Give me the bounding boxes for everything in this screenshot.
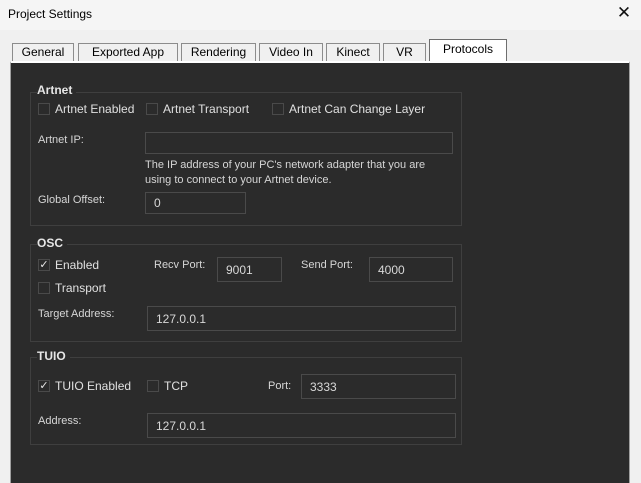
tab-general[interactable]: General <box>12 43 74 61</box>
osc-enabled-check-icon[interactable]: ✓ <box>38 259 50 271</box>
title-bar: Project Settings ✕ <box>0 0 641 30</box>
target-address-label: Target Address: <box>38 308 115 320</box>
artnet-ip-hint-line1: The IP address of your PC's network adap… <box>145 159 426 171</box>
osc-enabled-checkbox[interactable]: ✓ Enabled <box>38 258 108 272</box>
tuio-enabled-label: TUIO Enabled <box>55 379 132 393</box>
artnet-enabled-box[interactable] <box>38 103 50 115</box>
artnet-transport-checkbox[interactable]: Artnet Transport <box>146 102 256 116</box>
artnet-ip-label: Artnet IP: <box>38 134 84 146</box>
osc-enabled-label: Enabled <box>55 258 100 272</box>
tuio-group-title: TUIO <box>37 349 70 363</box>
global-offset-label: Global Offset: <box>38 194 106 206</box>
artnet-can-change-layer-box[interactable] <box>272 103 284 115</box>
artnet-enabled-label: Artnet Enabled <box>55 102 135 116</box>
target-address-field[interactable] <box>147 306 456 331</box>
tab-kinect[interactable]: Kinect <box>326 43 380 61</box>
artnet-can-change-layer-label: Artnet Can Change Layer <box>289 102 426 116</box>
artnet-transport-label: Artnet Transport <box>163 102 250 116</box>
tuio-tcp-checkbox[interactable]: TCP <box>147 379 192 393</box>
osc-transport-checkbox[interactable]: Transport <box>38 281 118 295</box>
tuio-tcp-label: TCP <box>164 379 188 393</box>
tab-protocols[interactable]: Protocols <box>429 39 507 61</box>
artnet-group-title: Artnet <box>37 83 77 97</box>
close-icon[interactable]: ✕ <box>615 4 633 22</box>
send-port-field[interactable] <box>369 257 453 282</box>
global-offset-field[interactable] <box>145 192 246 214</box>
tab-video-in[interactable]: Video In <box>259 43 323 61</box>
recv-port-label: Recv Port: <box>154 259 206 271</box>
osc-transport-box[interactable] <box>38 282 50 294</box>
tab-rendering[interactable]: Rendering <box>181 43 256 61</box>
tuio-port-label: Port: <box>268 380 292 392</box>
artnet-transport-box[interactable] <box>146 103 158 115</box>
artnet-ip-field[interactable] <box>145 132 453 154</box>
tuio-tcp-box[interactable] <box>147 380 159 392</box>
window-title: Project Settings <box>8 7 93 21</box>
osc-group-title: OSC <box>37 236 68 250</box>
tab-strip: General Exported App Rendering Video In … <box>0 30 641 62</box>
osc-transport-label: Transport <box>55 281 106 295</box>
tab-vr[interactable]: VR <box>383 43 426 61</box>
send-port-label: Send Port: <box>301 259 353 271</box>
tuio-address-field[interactable] <box>147 413 456 438</box>
tuio-port-field[interactable] <box>301 374 456 399</box>
recv-port-field[interactable] <box>217 257 282 282</box>
artnet-can-change-layer-checkbox[interactable]: Artnet Can Change Layer <box>272 102 426 116</box>
tuio-address-label: Address: <box>38 415 82 427</box>
tuio-enabled-check-icon[interactable]: ✓ <box>38 380 50 392</box>
tab-exported-app[interactable]: Exported App <box>78 43 178 61</box>
artnet-enabled-checkbox[interactable]: Artnet Enabled <box>38 102 138 116</box>
tuio-enabled-checkbox[interactable]: ✓ TUIO Enabled <box>38 379 133 393</box>
artnet-ip-hint-line2: using to connect to your Artnet device. <box>145 174 332 186</box>
